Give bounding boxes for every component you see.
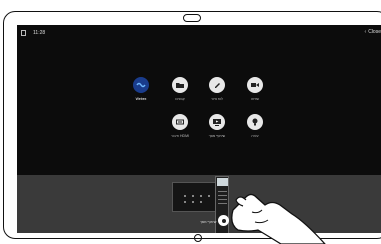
hand-illustration: [231, 193, 326, 244]
